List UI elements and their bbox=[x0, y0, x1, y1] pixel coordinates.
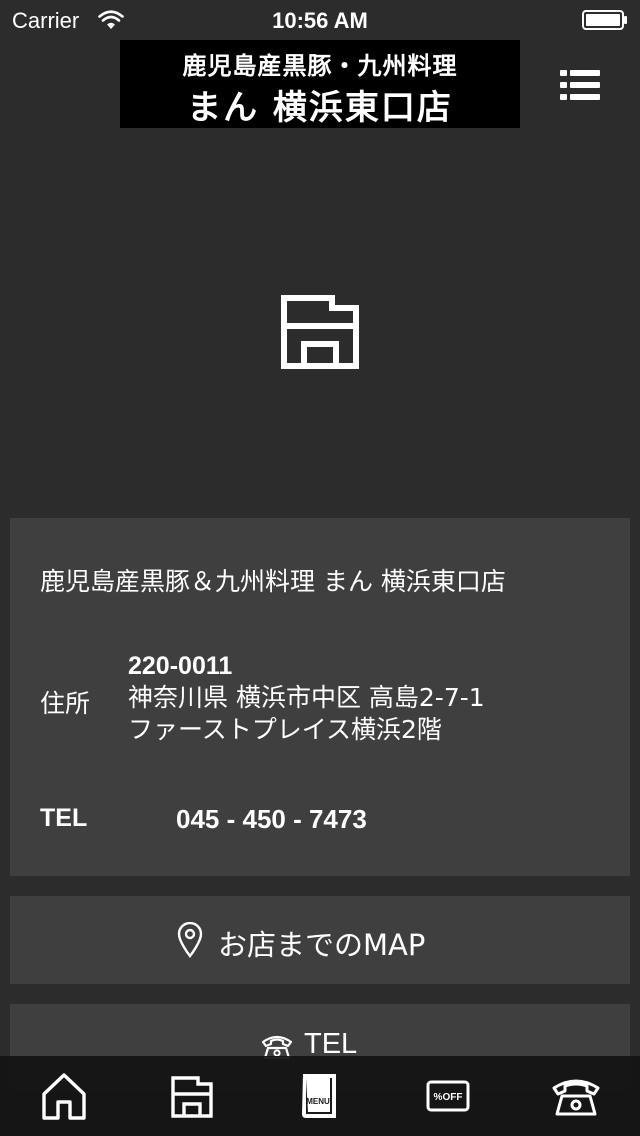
menu-book-text: MENU bbox=[306, 1097, 330, 1106]
address-line1: 神奈川県 横浜市中区 高島2-7-1 bbox=[128, 683, 485, 712]
shop-logo: 鹿児島産黒豚・九州料理 まん 横浜東口店 bbox=[120, 40, 520, 128]
menu-book-icon[interactable]: MENU bbox=[294, 1070, 346, 1122]
status-time: 10:56 AM bbox=[272, 8, 368, 33]
tab-bar: MENU %OFF bbox=[0, 1056, 640, 1136]
address-line2: ファーストプレイス横浜2階 bbox=[128, 715, 442, 744]
list-menu-icon[interactable] bbox=[560, 68, 600, 102]
store-icon[interactable] bbox=[166, 1070, 218, 1122]
tel-number[interactable]: 045 - 450 - 7473 bbox=[176, 804, 367, 835]
shop-info-card: 鹿児島産黒豚＆九州料理 まん 横浜東口店 住所 220-0011 神奈川県 横浜… bbox=[10, 518, 630, 876]
coupon-icon[interactable]: %OFF bbox=[422, 1070, 474, 1122]
store-icon bbox=[281, 295, 359, 369]
coupon-text: %OFF bbox=[434, 1092, 463, 1103]
logo-line2: まん 横浜東口店 bbox=[187, 88, 453, 128]
map-button[interactable]: お店までのMAP bbox=[10, 896, 630, 984]
tel-label: TEL bbox=[40, 804, 88, 832]
phone-icon[interactable] bbox=[550, 1070, 602, 1122]
shop-name: 鹿児島産黒豚＆九州料理 まん 横浜東口店 bbox=[40, 567, 506, 596]
postal-code: 220-0011 bbox=[128, 652, 233, 680]
battery-icon bbox=[582, 10, 627, 30]
map-pin-icon bbox=[177, 922, 203, 958]
map-button-label: お店までのMAP bbox=[218, 928, 426, 962]
status-bar: Carrier 10:56 AM bbox=[0, 0, 640, 40]
home-icon[interactable] bbox=[38, 1070, 90, 1122]
address-block: 220-0011 神奈川県 横浜市中区 高島2-7-1 ファーストプレイス横浜2… bbox=[128, 650, 485, 746]
logo-line1: 鹿児島産黒豚・九州料理 bbox=[182, 52, 458, 80]
address-label: 住所 bbox=[40, 689, 91, 718]
